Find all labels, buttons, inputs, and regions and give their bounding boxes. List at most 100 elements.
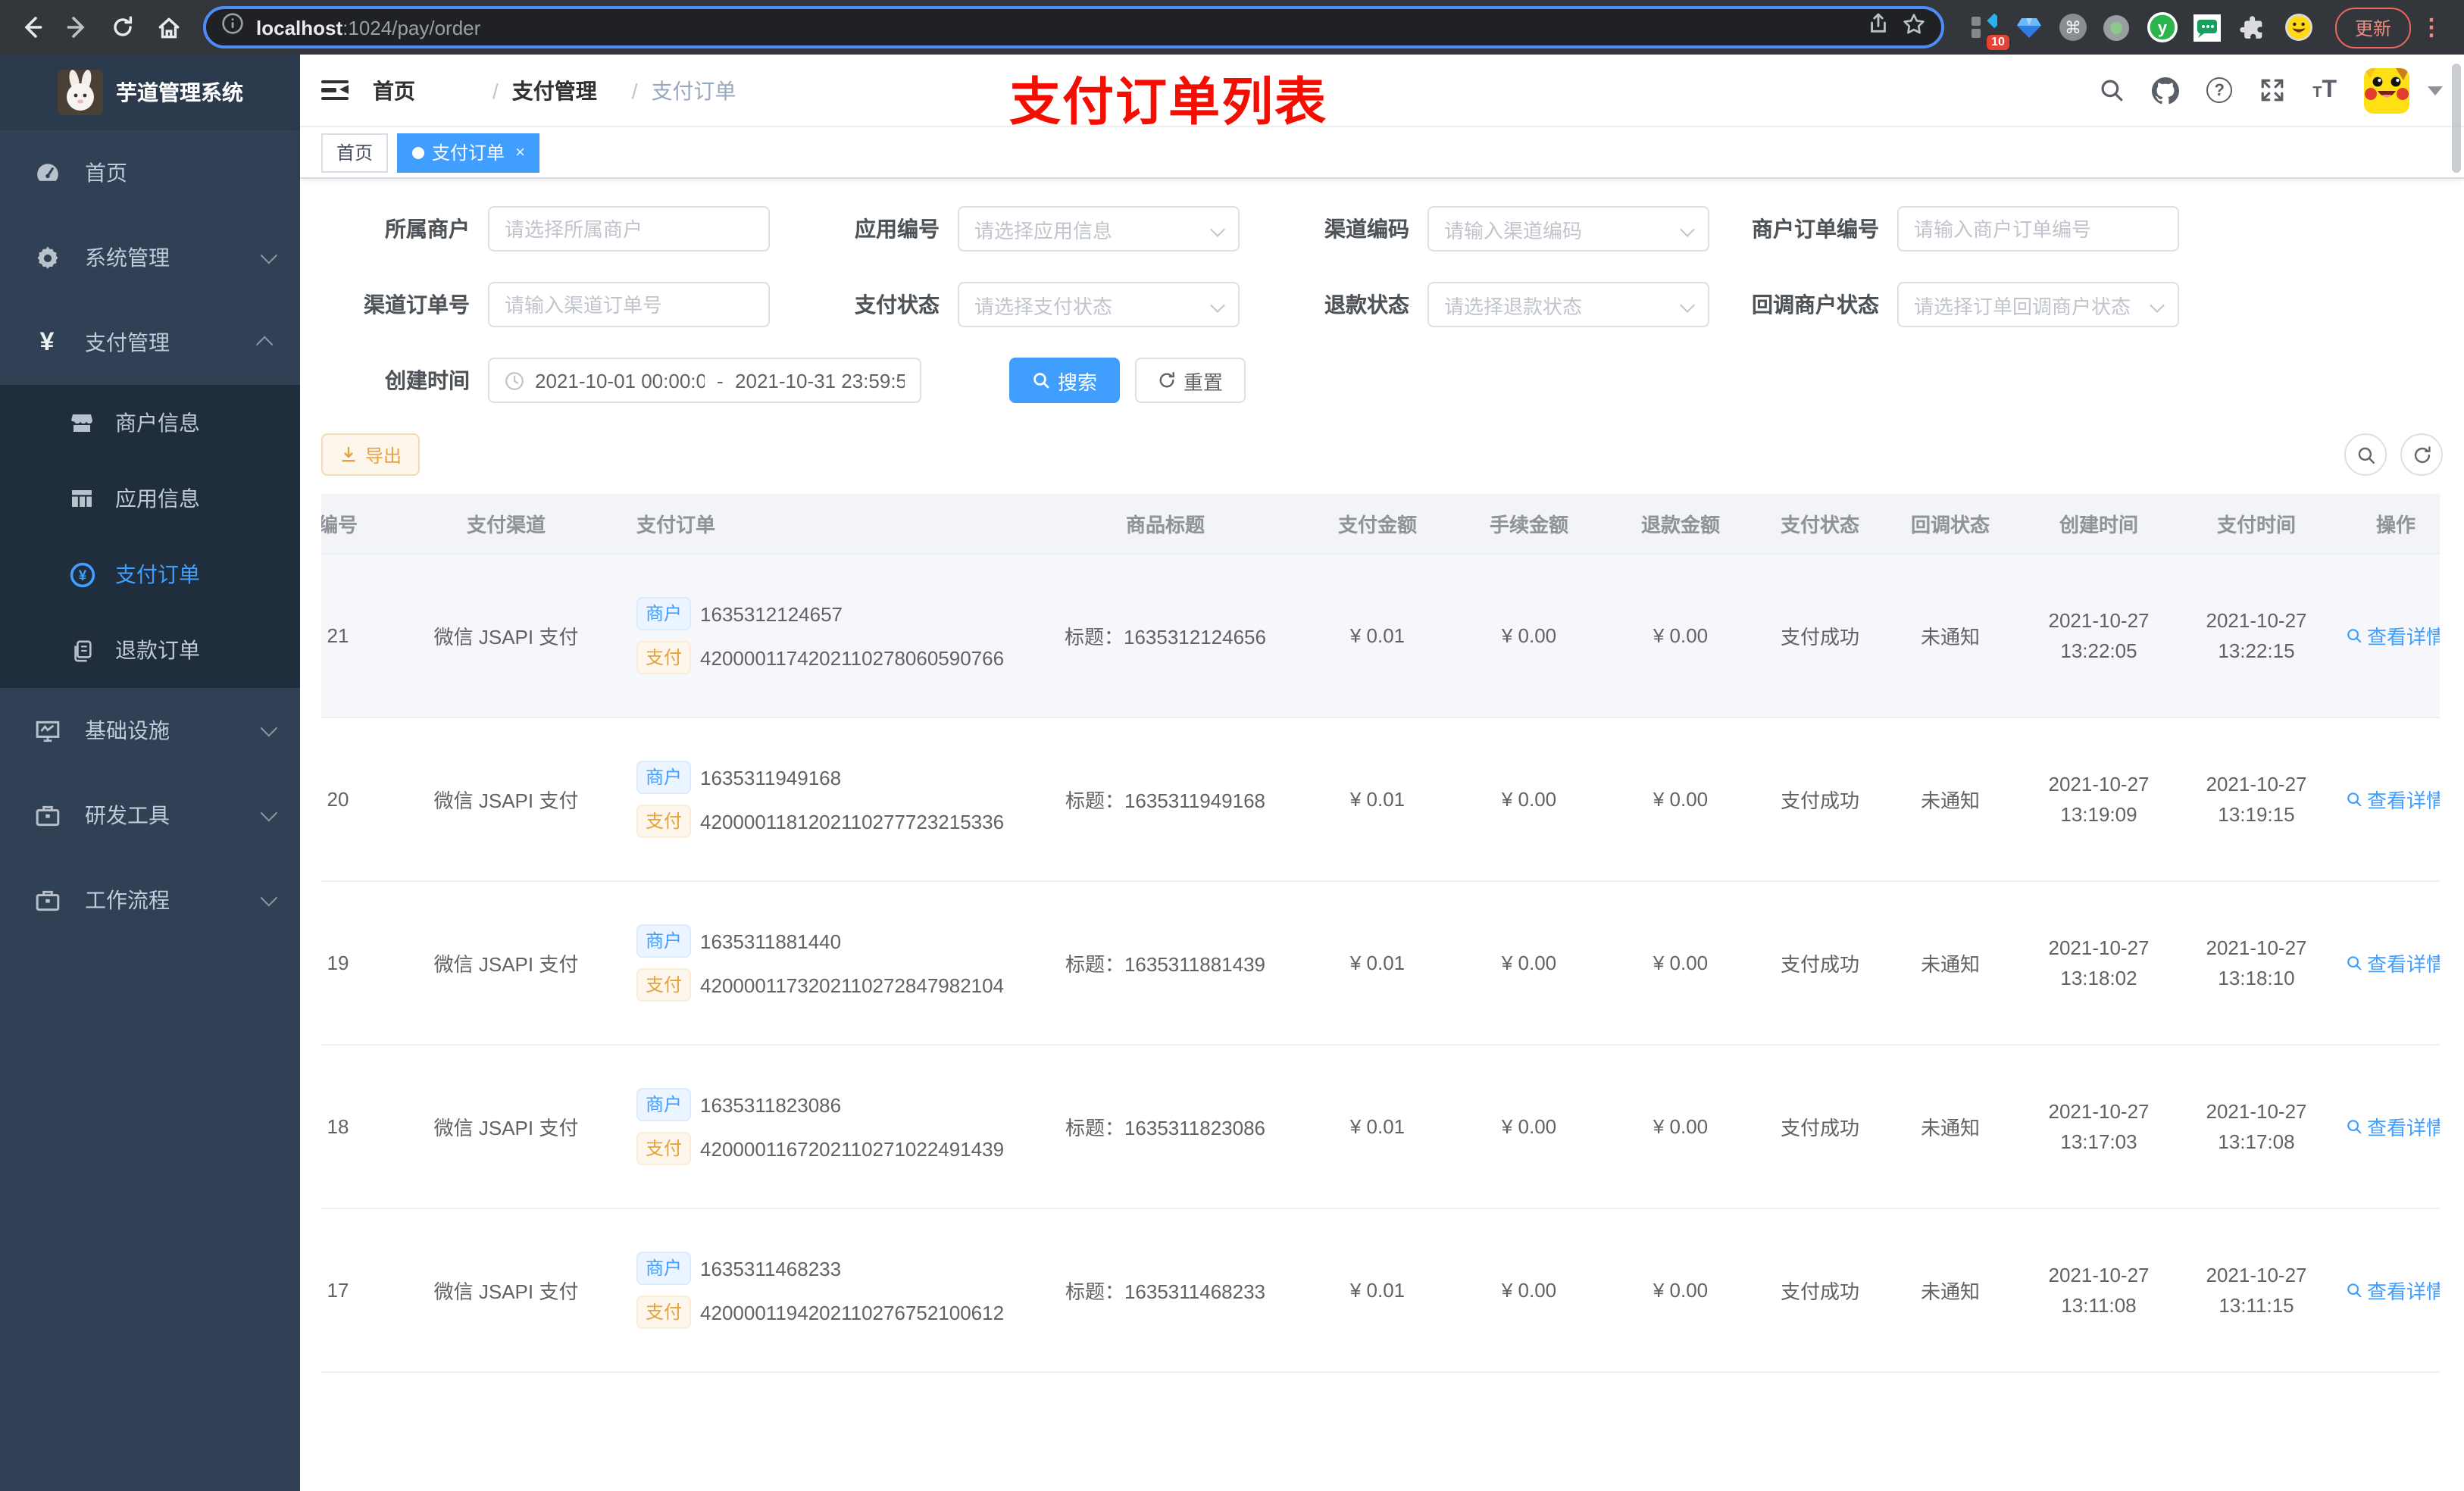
cell-id: 18: [327, 1115, 349, 1138]
table-header-row: 编号 支付渠道 支付订单 商品标题 支付金额 手续金额 退款金额 支付状态 回调…: [321, 494, 2440, 555]
view-details-link[interactable]: 查看详情: [2346, 1276, 2440, 1305]
extensions-puzzle-icon[interactable]: [2238, 12, 2269, 42]
channel-order-no-input[interactable]: [488, 282, 770, 327]
bookmark-star-icon[interactable]: [1902, 11, 1926, 43]
sidebar-item-refund-order[interactable]: 退款订单: [0, 612, 300, 688]
browser-toolbar: localhost:1024/pay/order 10 ⌘ y 更新 ⋮: [0, 0, 2464, 55]
user-avatar[interactable]: [2364, 67, 2409, 113]
cell-channel: 微信 JSAPI 支付: [433, 1117, 579, 1139]
breadcrumb: 首页 / 支付管理 / 支付订单: [373, 75, 736, 105]
view-details-label: 查看详情: [2366, 626, 2440, 649]
sidebar-item-infra[interactable]: 基础设施: [0, 688, 300, 773]
view-details-label: 查看详情: [2366, 1117, 2440, 1139]
chevron-down-icon: [260, 889, 278, 907]
extension-yudao-icon[interactable]: y: [2147, 12, 2178, 42]
avatar-caret-icon[interactable]: [2428, 86, 2443, 95]
search-icon[interactable]: [2099, 77, 2125, 103]
merchant-order-no-field[interactable]: [1914, 217, 2162, 240]
toggle-search-icon[interactable]: [2344, 433, 2387, 476]
date-range-input[interactable]: 2021-10-01 00:00:00 - 2021-10-31 23:59:5…: [488, 358, 921, 403]
sidebar-item-workflow[interactable]: 工作流程: [0, 858, 300, 942]
yen-icon: ¥: [39, 327, 55, 356]
sidebar: 芋道管理系统 首页 系统管理 ¥ 支付管理 商户信息 应用信息 ¥ 支付订单 退…: [0, 55, 300, 1491]
tab-home[interactable]: 首页: [321, 133, 389, 172]
collapse-sidebar-icon[interactable]: [321, 80, 349, 101]
cell-create-time: 2021-10-27 13:18:02: [2048, 936, 2150, 989]
breadcrumb-separator: /: [631, 78, 638, 102]
cell-amount: ¥ 0.01: [1349, 952, 1406, 974]
forward-icon[interactable]: [58, 8, 97, 47]
sidebar-item-pay[interactable]: ¥ 支付管理: [0, 300, 300, 385]
merchant-tag: 商户: [636, 1088, 692, 1121]
col-header: 手续金额: [1489, 514, 1568, 536]
back-icon[interactable]: [12, 8, 52, 47]
url-text[interactable]: localhost:1024/pay/order: [256, 16, 1855, 39]
sidebar-item-app-info[interactable]: 应用信息: [0, 461, 300, 536]
sidebar-item-devtool[interactable]: 研发工具: [0, 773, 300, 858]
share-icon[interactable]: [1867, 12, 1890, 42]
home-icon[interactable]: [149, 8, 188, 47]
profile-avatar-icon[interactable]: [2284, 12, 2314, 42]
sidebar-item-system[interactable]: 系统管理: [0, 215, 300, 300]
view-details-link[interactable]: 查看详情: [2346, 1112, 2440, 1141]
help-icon[interactable]: ?: [2206, 77, 2233, 103]
merchant-input-field[interactable]: [505, 217, 753, 240]
breadcrumb-section[interactable]: 支付管理: [512, 75, 618, 105]
reload-icon[interactable]: [103, 8, 142, 47]
sidebar-item-merchant-info[interactable]: 商户信息: [0, 385, 300, 461]
yen-circle-icon: ¥: [67, 561, 97, 587]
table-row-partial: 商户1635311354796: [321, 1373, 2440, 1491]
cell-create-time: 2021-10-27 13:19:09: [2048, 772, 2150, 825]
merchant-order-no-input[interactable]: [1897, 206, 2179, 252]
pay-order-no: 4200001173202110272847982104: [700, 974, 1005, 996]
extension-tabs-icon[interactable]: 10: [1968, 12, 2009, 50]
search-button[interactable]: 搜索: [1009, 358, 1121, 403]
channel-code-select[interactable]: 请输入渠道编码: [1427, 206, 1709, 252]
tab-pay-order[interactable]: 支付订单 ×: [397, 133, 540, 172]
table-row: 21 微信 JSAPI 支付 商户 1635312124657 支付 4200001…: [321, 555, 2440, 718]
reset-button[interactable]: 重置: [1135, 358, 1246, 403]
view-details-link[interactable]: 查看详情: [2346, 621, 2440, 650]
extension-gem-icon[interactable]: [2014, 12, 2044, 42]
app-title: 芋道管理系统: [116, 80, 243, 105]
help-glyph: ?: [2214, 81, 2225, 99]
extension-dot-icon[interactable]: [2102, 12, 2132, 42]
close-icon[interactable]: ×: [515, 143, 525, 161]
cell-action: 查看详情: [2332, 785, 2440, 814]
cell-refund: ¥ 0.00: [1653, 952, 1709, 974]
cell-order-nos: 商户 1635311468233 支付 4200001194202110276752…: [621, 1241, 1029, 1339]
table-settings: [2344, 433, 2443, 476]
export-button[interactable]: 导出: [321, 433, 421, 476]
channel-order-no-field[interactable]: [505, 293, 753, 316]
pay-status-select[interactable]: 请选择支付状态: [958, 282, 1240, 327]
refresh-icon[interactable]: [2400, 433, 2443, 476]
url-bar[interactable]: localhost:1024/pay/order: [203, 6, 1944, 48]
browser-update-button[interactable]: 更新: [2334, 7, 2411, 48]
cell-pay-time: 2021-10-27 13:17:08: [2206, 1099, 2307, 1152]
github-icon[interactable]: [2152, 77, 2180, 104]
cell-amount: ¥ 0.01: [1349, 788, 1406, 811]
select-placeholder: 请输入渠道编码: [1444, 219, 1583, 242]
extension-command-icon[interactable]: ⌘: [2059, 14, 2087, 41]
view-details-link[interactable]: 查看详情: [2346, 785, 2440, 814]
sidebar-logo[interactable]: 芋道管理系统: [0, 55, 300, 130]
site-info-icon[interactable]: [221, 12, 244, 42]
extension-chat-icon[interactable]: [2193, 12, 2223, 42]
filter-pay-status: 支付状态 请选择支付状态: [791, 282, 1240, 327]
breadcrumb-home[interactable]: 首页: [373, 75, 479, 105]
refund-status-select[interactable]: 请选择退款状态: [1427, 282, 1709, 327]
browser-menu-icon[interactable]: ⋮: [2417, 14, 2452, 41]
cell-title: 标题：1635311949168: [1065, 789, 1266, 812]
view-details-link[interactable]: 查看详情: [2346, 949, 2440, 977]
app-select[interactable]: 请选择应用信息: [958, 206, 1240, 252]
breadcrumb-separator: /: [492, 78, 499, 102]
sidebar-item-pay-order[interactable]: ¥ 支付订单: [0, 536, 300, 612]
merchant-input[interactable]: [488, 206, 770, 252]
merchant-order-no: 1635311823086: [700, 1093, 842, 1116]
cell-refund: ¥ 0.00: [1653, 788, 1709, 811]
fullscreen-icon[interactable]: [2259, 77, 2285, 103]
sidebar-item-home[interactable]: 首页: [0, 130, 300, 215]
font-size-icon[interactable]: TT: [2312, 77, 2337, 104]
notify-status-select[interactable]: 请选择订单回调商户状态: [1897, 282, 2179, 327]
chevron-down-icon: [260, 719, 278, 737]
